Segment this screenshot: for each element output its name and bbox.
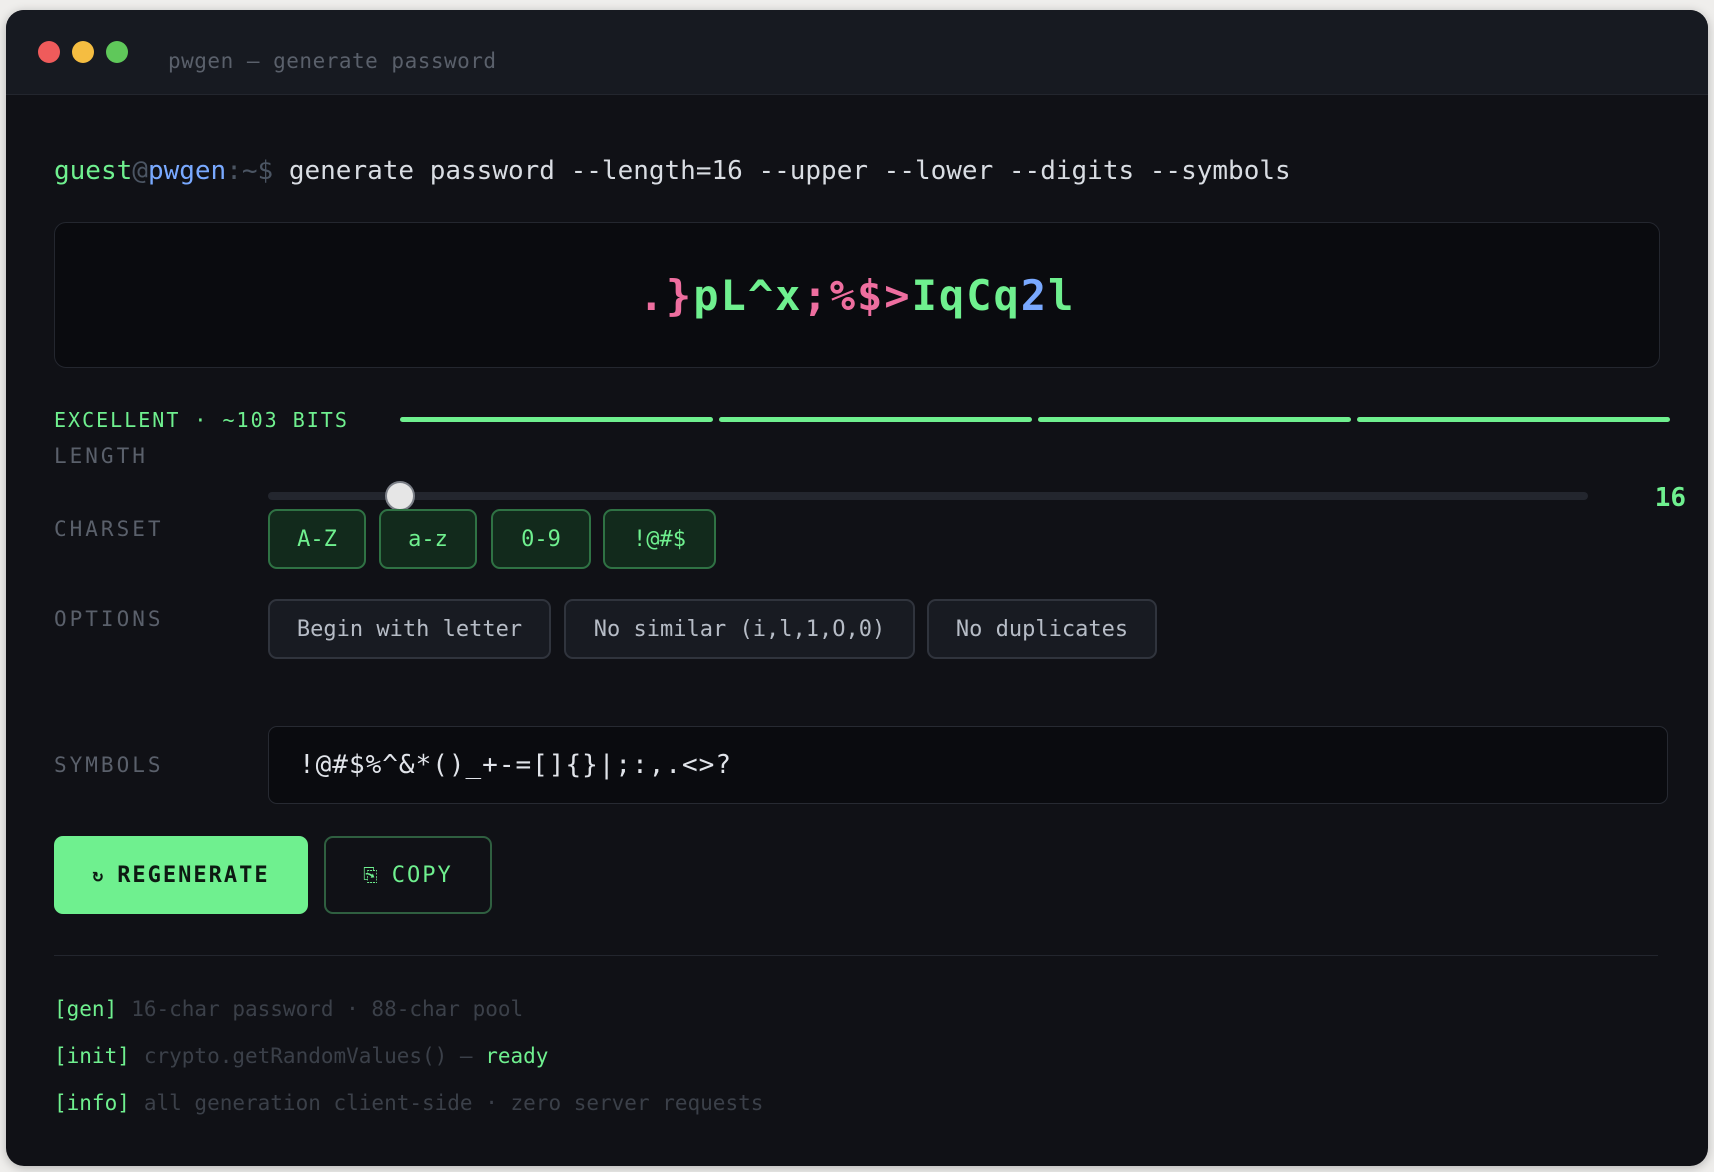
regenerate-button[interactable]: ↻ REGENERATE (54, 836, 308, 914)
log-tag: [init] (54, 1044, 130, 1068)
password-char: L (720, 270, 748, 320)
log-tag: [gen] (54, 997, 118, 1021)
prompt-host: pwgen (147, 156, 227, 186)
log-line-gen: [gen] 16-char password · 88-char pool (54, 996, 523, 1022)
password-char: > (884, 270, 912, 320)
password-char: % (829, 270, 857, 320)
option-no-similar[interactable]: No similar (i,l,1,O,0) (564, 599, 915, 659)
log-text: crypto.getRandomValues() — (143, 1044, 486, 1068)
password-char: q (993, 270, 1021, 320)
chip-label: 0-9 (521, 526, 561, 552)
option-no-duplicates[interactable]: No duplicates (927, 599, 1157, 659)
password-char: I (911, 270, 939, 320)
password-char: ^ (747, 270, 776, 320)
minimize-window-button[interactable] (72, 41, 94, 63)
chip-label: a-z (408, 526, 448, 552)
options-label: OPTIONS (54, 607, 164, 631)
divider (54, 955, 1658, 956)
maximize-window-button[interactable] (106, 41, 128, 63)
chip-label: No duplicates (955, 616, 1129, 642)
password-char: } (665, 270, 694, 320)
refresh-icon: ↻ (92, 864, 106, 886)
strength-segment (719, 417, 1032, 422)
password-char: ; (802, 270, 830, 320)
app-window: pwgen — generate password guest@pwgen:~$… (6, 10, 1708, 1166)
symbols-value: !@#$%^&*()_+-=[]{}|;:,.<>? (299, 750, 732, 780)
command-prompt: guest@pwgen:~$ generate password --lengt… (54, 154, 1291, 188)
log-line-info: [info] all generation client-side · zero … (54, 1090, 763, 1116)
password-char: x (775, 270, 803, 320)
length-value: 16 (1654, 483, 1686, 513)
chip-label: No similar (i,l,1,O,0) (593, 616, 886, 642)
prompt-user: guest (54, 156, 133, 186)
strength-segment (1357, 417, 1670, 422)
copy-icon: ⎘ (363, 864, 380, 886)
window-title: pwgen — generate password (168, 49, 497, 73)
password-char: . (638, 270, 666, 320)
option-begin-with-letter[interactable]: Begin with letter (268, 599, 551, 659)
length-slider-handle[interactable] (385, 481, 415, 511)
copy-button[interactable]: ⎘ COPY (324, 836, 492, 914)
length-slider-track[interactable] (268, 492, 1588, 500)
log-tag: [info] (54, 1091, 130, 1115)
strength-segment (400, 417, 713, 422)
close-window-button[interactable] (38, 41, 60, 63)
password-display[interactable]: .}pL^x;%$>IqCq2l (54, 222, 1660, 368)
charset-uppercase-toggle[interactable]: A-Z (268, 509, 366, 569)
charset-digits-toggle[interactable]: 0-9 (491, 509, 591, 569)
title-bar: pwgen — generate password (6, 10, 1708, 95)
prompt-command: generate password --length=16 --upper --… (288, 156, 1291, 186)
prompt-path: :~$ (226, 156, 274, 186)
copy-label: COPY (391, 862, 453, 888)
length-label: LENGTH (54, 444, 148, 468)
chip-label: A-Z (297, 526, 337, 552)
charset-lowercase-toggle[interactable]: a-z (379, 509, 477, 569)
symbols-input[interactable]: !@#$%^&*()_+-=[]{}|;:,.<>? (268, 726, 1668, 804)
charset-symbols-toggle[interactable]: !@#$ (603, 509, 716, 569)
password-char: l (1048, 270, 1076, 320)
charset-label: CHARSET (54, 517, 164, 541)
password-char: C (966, 270, 994, 320)
chip-label: Begin with letter (296, 616, 523, 642)
generated-password: .}pL^x;%$>IqCq2l (639, 271, 1076, 320)
password-char: $ (857, 270, 885, 320)
log-text: all generation client-side · zero server… (143, 1091, 764, 1115)
log-line-init: [init] crypto.getRandomValues() — ready (54, 1043, 548, 1069)
strength-segment (1038, 417, 1351, 422)
password-char: q (938, 270, 967, 320)
prompt-at: @ (132, 156, 148, 186)
log-status: ready (485, 1044, 549, 1068)
password-char: 2 (1020, 270, 1049, 320)
log-text: 16-char password · 88-char pool (131, 997, 524, 1021)
chip-label: !@#$ (633, 526, 686, 552)
password-char: p (693, 270, 721, 320)
symbols-label: SYMBOLS (54, 753, 164, 777)
regenerate-label: REGENERATE (117, 862, 270, 888)
strength-label: EXCELLENT · ~103 BITS (54, 408, 349, 432)
